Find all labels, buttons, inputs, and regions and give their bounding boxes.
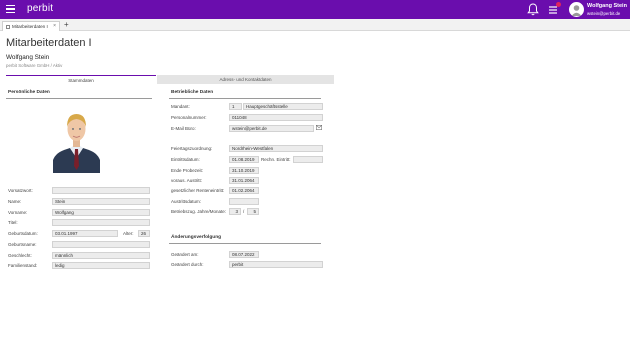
section-divider [169,98,321,99]
section-divider [169,243,321,244]
field-familienstand[interactable]: ledig [52,262,150,269]
label-eintrittsdatum: Eintrittsdatum: [171,157,200,162]
field-voraus-austritt[interactable]: 31.01.2064 [229,177,259,184]
label-rechn-eintritt: Rechn. Eintritt: [261,157,291,162]
label-ende-probezeit: Ende Probezeit: [171,168,204,173]
close-tab-icon[interactable]: × [53,22,56,31]
document-tab-label: Mitarbeiterdaten I [12,24,48,29]
label-feiertagszuordnung: Feiertagszuordnung: [171,146,213,151]
label-austrittsdatum: Austrittsdatum: [171,199,202,204]
label-geaendert-am: Geändert am: [171,252,199,257]
field-alter: 26 [138,230,150,237]
label-geburtsname: Geburtsname: [8,242,37,247]
document-tabstrip: Mitarbeiterdaten I × + [0,19,630,31]
section-personal-heading: Persönliche Daten [8,90,50,95]
tab-stammdaten[interactable]: Stammdaten [6,75,156,84]
label-renteneintritt: gesetzlicher Renteneintritt: [171,188,225,193]
user-avatar-icon[interactable] [569,2,584,17]
label-titel: Titel: [8,220,18,225]
field-titel[interactable] [52,219,150,226]
field-email-buero[interactable]: wstein@perbit.de [229,125,314,132]
employee-company-status: perbit Software GmbH / Aktiv [6,63,63,68]
separator-slash: / [243,209,245,214]
label-familienstand: Familienstand: [8,263,38,268]
section-divider [6,98,152,99]
field-geschlecht[interactable]: männlich [52,252,150,259]
user-name[interactable]: Wolfgang Stein [587,3,627,9]
field-renteneintritt[interactable]: 01.02.2064 [229,187,259,194]
field-geaendert-am: 08.07.2022 [229,251,259,258]
field-mandant-name: Hauptgeschäftsstelle [243,103,323,110]
label-mandant: Mandant: [171,104,190,109]
field-vorname[interactable]: Wolfgang [52,209,150,216]
field-mandant-number[interactable]: 1 [229,103,242,110]
page-title: Mitarbeiterdaten I [6,37,92,49]
top-bar: perbit Wolfgang Stein wstein@perbit.de [0,0,630,19]
label-betriebszugehoerigkeit: Betriebszug. Jahre/Monate: [171,209,227,214]
field-personalnummer[interactable]: 011048 [229,114,323,121]
field-feiertagszuordnung[interactable]: Nordrhein-Westfalen [229,145,323,152]
label-name: Name: [8,199,22,204]
field-name[interactable]: Stein [52,198,150,205]
label-alter: Alter: [123,231,134,236]
document-tab[interactable]: Mitarbeiterdaten I × [2,21,60,31]
field-vorsatzwort[interactable] [52,187,150,194]
menu-icon[interactable] [6,5,15,13]
field-rechn-eintritt[interactable] [293,156,323,163]
label-personalnummer: Personalnummer: [171,115,207,120]
bell-icon[interactable] [527,3,539,16]
label-voraus-austritt: voraus. Austritt: [171,178,203,183]
tasks-icon[interactable] [547,2,561,16]
employee-name: Wolfgang Stein [6,54,50,61]
field-ende-probezeit[interactable]: 31.10.2019 [229,167,259,174]
user-email: wstein@perbit.de [587,11,621,16]
field-geburtsdatum[interactable]: 03.01.1997 [52,230,118,237]
document-tab-icon [6,24,10,29]
mail-icon[interactable] [316,125,322,130]
employee-photo [53,106,100,173]
field-betriebszug-monate: 5 [247,208,259,215]
field-eintrittsdatum[interactable]: 01.08.2019 [229,156,259,163]
notification-badge [556,2,561,7]
field-betriebszug-jahre: 3 [229,208,241,215]
field-geburtsname[interactable] [52,241,150,248]
brand-logo: perbit [27,3,54,14]
label-geburtsdatum: Geburtsdatum: [8,231,38,236]
add-tab-button[interactable]: + [64,20,69,30]
tab-adress-kontaktdaten[interactable]: Adress- und Kontaktdaten [157,75,334,84]
label-geaendert-durch: Geändert durch: [171,262,204,267]
label-vorsatzwort: Vorsatzwort: [8,188,33,193]
field-austrittsdatum[interactable] [229,198,259,205]
section-changes-heading: Änderungsverfolgung [171,235,222,240]
field-geaendert-durch: perbit [229,261,323,268]
label-vorname: Vorname: [8,210,28,215]
label-email-buero: E-Mail Büro: [171,126,196,131]
label-geschlecht: Geschlecht: [8,253,32,258]
section-business-heading: Betriebliche Daten [171,90,214,95]
